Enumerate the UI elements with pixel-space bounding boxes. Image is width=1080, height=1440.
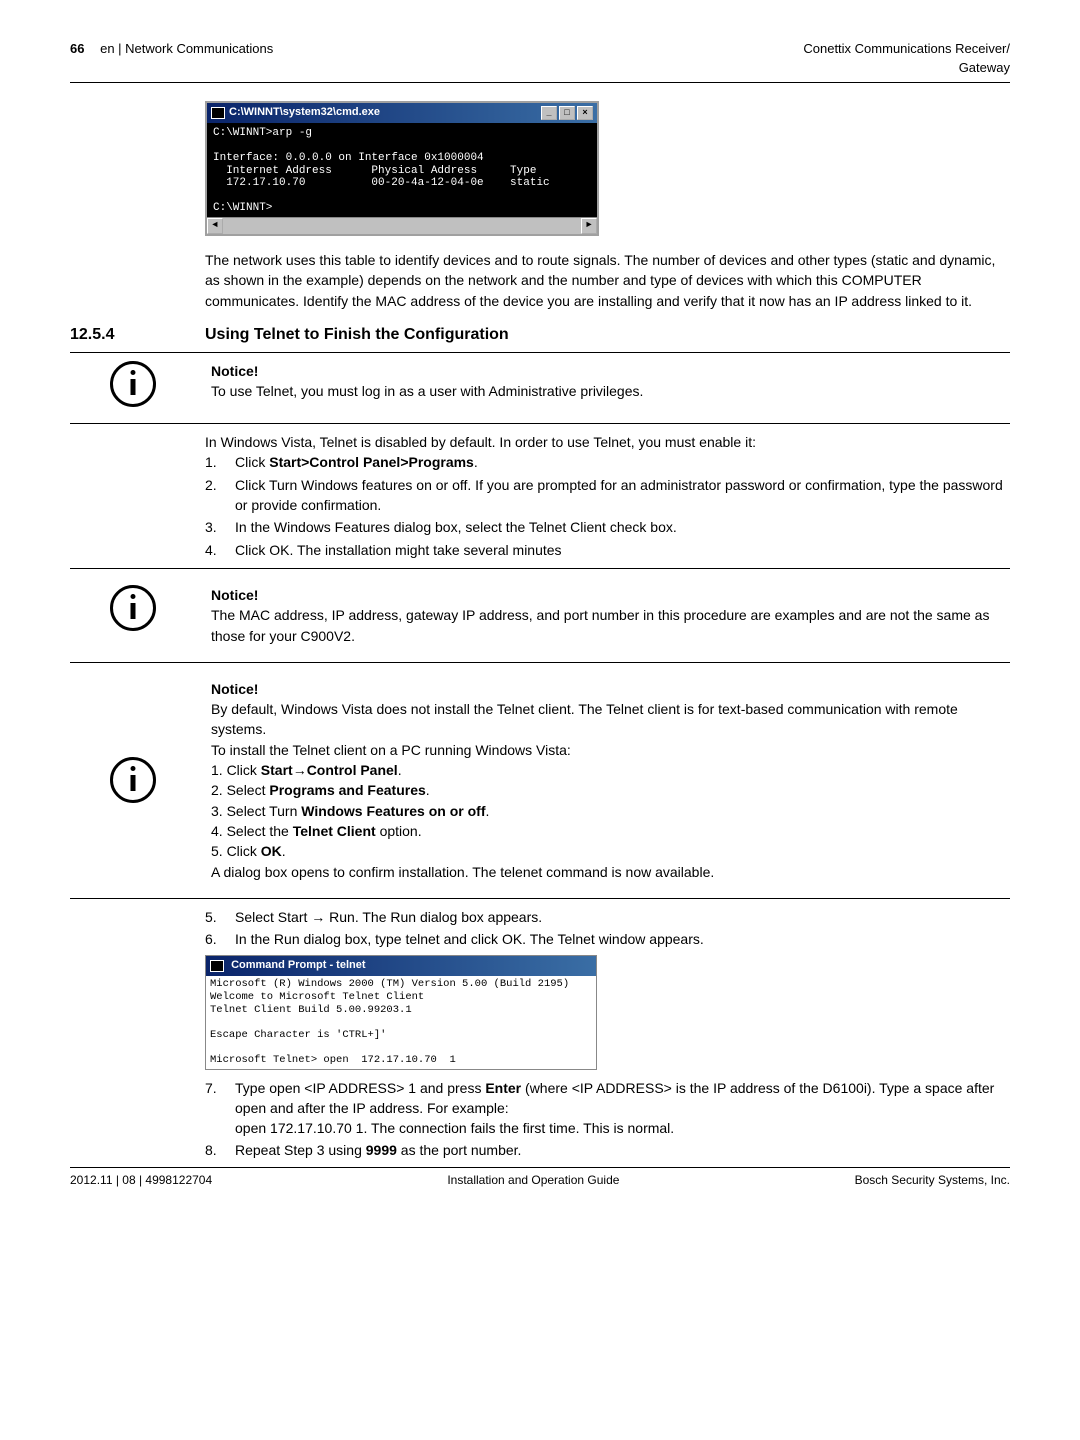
notice-2: Notice! The MAC address, IP address, gat… [70,577,1010,654]
header-right: Conettix Communications Receiver/ Gatewa… [803,40,1010,78]
page-footer: 2012.11 | 08 | 4998122704 Installation a… [70,1167,1010,1189]
cmd-window: C:\WINNT\system32\cmd.exe _ □ × C:\WINNT… [205,101,599,236]
cmd-body: C:\WINNT>arp -g Interface: 0.0.0.0 on In… [207,123,597,217]
minimize-icon[interactable]: _ [541,106,557,120]
telnet-window: Command Prompt - telnet Microsoft (R) Wi… [205,955,597,1069]
divider [70,898,1010,899]
scroll-right-icon[interactable]: ► [581,218,597,234]
footer-left: 2012.11 | 08 | 4998122704 [70,1172,212,1189]
notice-1: Notice! To use Telnet, you must log in a… [70,353,1010,415]
section-title: Using Telnet to Finish the Configuration [205,323,509,346]
divider [70,662,1010,663]
footer-right: Bosch Security Systems, Inc. [855,1172,1010,1189]
telnet-titlebar: Command Prompt - telnet [206,956,596,976]
notice-body: To use Telnet, you must log in as a user… [211,381,1010,401]
info-icon [110,361,156,407]
close-icon[interactable]: × [577,106,593,120]
scroll-left-icon[interactable]: ◄ [207,218,223,234]
section-number: 12.5.4 [70,323,205,346]
notice-title: Notice! [211,585,1010,605]
cmd-icon [210,960,224,972]
divider [70,423,1010,424]
notice-3: Notice! By default, Windows Vista does n… [70,671,1010,890]
page-number: 66 [70,41,84,56]
notice-title: Notice! [211,679,1010,699]
notice-body: The MAC address, IP address, gateway IP … [211,605,1010,646]
steps-after: 5.Select Start → Run. The Run dialog box… [205,907,1010,950]
cmd-icon [211,107,225,119]
footer-center: Installation and Operation Guide [447,1172,619,1189]
telnet-body: Microsoft (R) Windows 2000 (TM) Version … [206,976,596,1068]
page-header: 66 en | Network Communications Conettix … [70,40,1010,83]
maximize-icon[interactable]: □ [559,106,575,120]
section-heading: 12.5.4 Using Telnet to Finish the Config… [70,323,1010,353]
step-7: 7. Type open <IP ADDRESS> 1 and press En… [205,1078,1010,1161]
vista-intro: In Windows Vista, Telnet is disabled by … [205,432,1010,452]
cmd-scrollbar[interactable]: ◄ ► [207,217,597,234]
vista-steps: 1.Click Start>Control Panel>Programs. 2.… [205,452,1010,559]
notice-title: Notice! [211,361,1010,381]
info-icon [110,757,156,803]
divider [70,568,1010,569]
breadcrumb: en | Network Communications [100,41,273,56]
header-left: 66 en | Network Communications [70,40,273,59]
info-icon [110,585,156,631]
cmd-titlebar: C:\WINNT\system32\cmd.exe _ □ × [207,103,597,123]
intro-paragraph: The network uses this table to identify … [205,250,1010,311]
